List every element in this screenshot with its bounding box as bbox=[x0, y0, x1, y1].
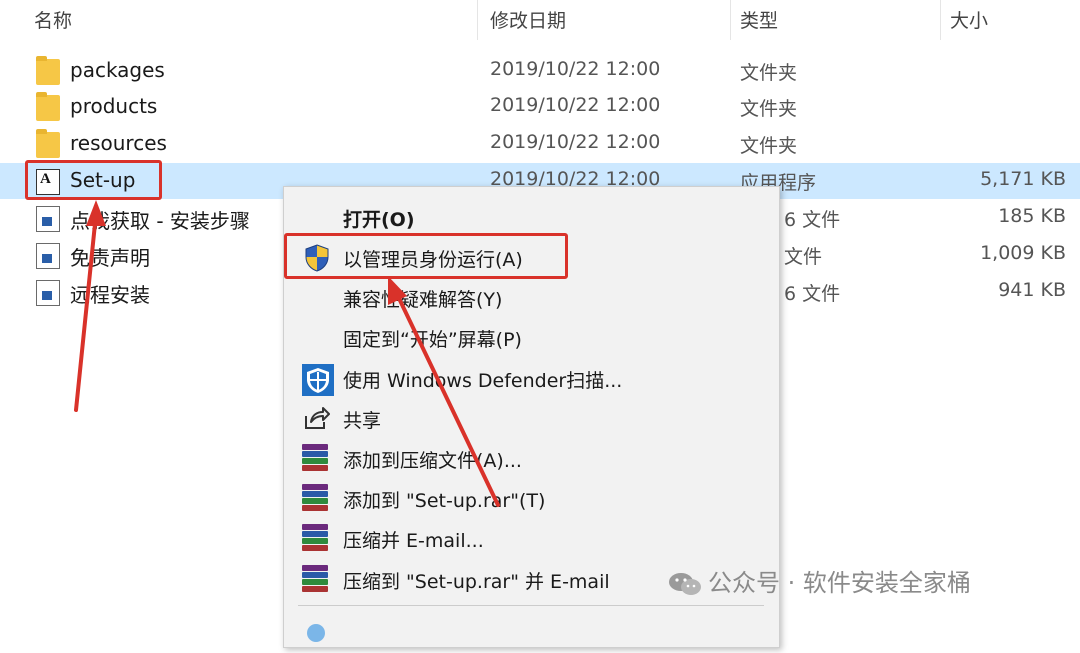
menu-item-label: 固定到“开始”屏幕(P) bbox=[343, 329, 522, 351]
column-header-modified[interactable]: 修改日期 bbox=[490, 6, 566, 33]
column-header-size[interactable]: 大小 bbox=[950, 6, 988, 33]
file-row-packages[interactable]: packages 2019/10/22 12:00 文件夹 bbox=[0, 53, 1080, 89]
file-row-resources[interactable]: resources 2019/10/22 12:00 文件夹 bbox=[0, 126, 1080, 162]
highlight-box-setup bbox=[25, 160, 162, 200]
menu-item-add-setup-rar[interactable]: 添加到 "Set-up.rar"(T) bbox=[284, 478, 779, 518]
file-size: 5,171 KB bbox=[980, 168, 1066, 190]
file-name: 远程安装 bbox=[70, 283, 150, 307]
menu-item-label: 添加到 "Set-up.rar"(T) bbox=[343, 490, 546, 512]
menu-item-label: 添加到压缩文件(A)... bbox=[343, 450, 522, 472]
folder-icon bbox=[36, 129, 60, 158]
menu-item-pin-start[interactable]: 固定到“开始”屏幕(P) bbox=[284, 317, 779, 357]
menu-item-label: 使用 Windows Defender扫描... bbox=[343, 370, 623, 392]
document-icon bbox=[36, 243, 60, 269]
file-name: resources bbox=[70, 131, 167, 155]
menu-item-label: 压缩并 E-mail... bbox=[343, 530, 484, 552]
file-date: 2019/10/22 12:00 bbox=[490, 94, 661, 116]
column-divider[interactable] bbox=[940, 0, 941, 40]
file-size: 1,009 KB bbox=[980, 242, 1066, 264]
file-name: 点我获取 - 安装步骤 bbox=[70, 209, 250, 233]
file-type: 文件夹 bbox=[740, 135, 798, 157]
file-name: packages bbox=[70, 58, 165, 82]
winrar-icon bbox=[302, 444, 332, 474]
file-date: 2019/10/22 12:00 bbox=[490, 58, 661, 80]
menu-item-add-archive[interactable]: 添加到压缩文件(A)... bbox=[284, 438, 779, 478]
share-icon bbox=[302, 404, 332, 434]
column-header-type[interactable]: 类型 bbox=[740, 6, 778, 33]
highlight-box-run-as-admin bbox=[284, 233, 568, 279]
menu-item-open[interactable]: 打开(O) bbox=[284, 197, 779, 237]
document-icon bbox=[36, 280, 60, 306]
wechat-icon bbox=[668, 571, 702, 597]
watermark: 公众号 · 软件安装全家桶 bbox=[668, 563, 971, 598]
file-type: 6 文件 bbox=[784, 209, 841, 231]
column-header-bar: 名称 修改日期 类型 大小 bbox=[0, 0, 1080, 40]
defender-shield-icon bbox=[302, 364, 334, 396]
watermark-text: 公众号 · 软件安装全家桶 bbox=[708, 569, 971, 597]
file-name: 免责声明 bbox=[70, 246, 150, 270]
file-type: 文件夹 bbox=[740, 62, 798, 84]
column-divider[interactable] bbox=[730, 0, 731, 40]
column-divider[interactable] bbox=[477, 0, 478, 40]
file-date: 2019/10/22 12:00 bbox=[490, 131, 661, 153]
menu-item-label: 共享 bbox=[343, 410, 382, 432]
folder-icon bbox=[36, 56, 60, 85]
file-type: 文件夹 bbox=[740, 98, 798, 120]
menu-item-label: 兼容性疑难解答(Y) bbox=[343, 289, 503, 311]
file-type: 文件 bbox=[784, 246, 823, 268]
winrar-icon bbox=[302, 484, 332, 514]
menu-separator bbox=[298, 605, 764, 606]
menu-item-compress-email[interactable]: 压缩并 E-mail... bbox=[284, 518, 779, 558]
file-type: 6 文件 bbox=[784, 283, 841, 305]
winrar-icon bbox=[302, 524, 332, 554]
menu-item-partial[interactable] bbox=[284, 613, 779, 653]
file-name: products bbox=[70, 94, 158, 118]
file-size: 941 KB bbox=[998, 279, 1066, 301]
menu-item-label: 打开(O) bbox=[343, 209, 415, 231]
column-header-name[interactable]: 名称 bbox=[34, 6, 72, 33]
menu-item-share[interactable]: 共享 bbox=[284, 398, 779, 438]
file-row-products[interactable]: products 2019/10/22 12:00 文件夹 bbox=[0, 89, 1080, 125]
folder-icon bbox=[36, 92, 60, 121]
winrar-icon bbox=[302, 565, 332, 595]
document-icon bbox=[36, 206, 60, 232]
menu-item-label: 压缩到 "Set-up.rar" 并 E-mail bbox=[343, 571, 610, 593]
menu-item-compatibility[interactable]: 兼容性疑难解答(Y) bbox=[284, 277, 779, 317]
file-size: 185 KB bbox=[998, 205, 1066, 227]
menu-item-defender-scan[interactable]: 使用 Windows Defender扫描... bbox=[284, 358, 779, 398]
